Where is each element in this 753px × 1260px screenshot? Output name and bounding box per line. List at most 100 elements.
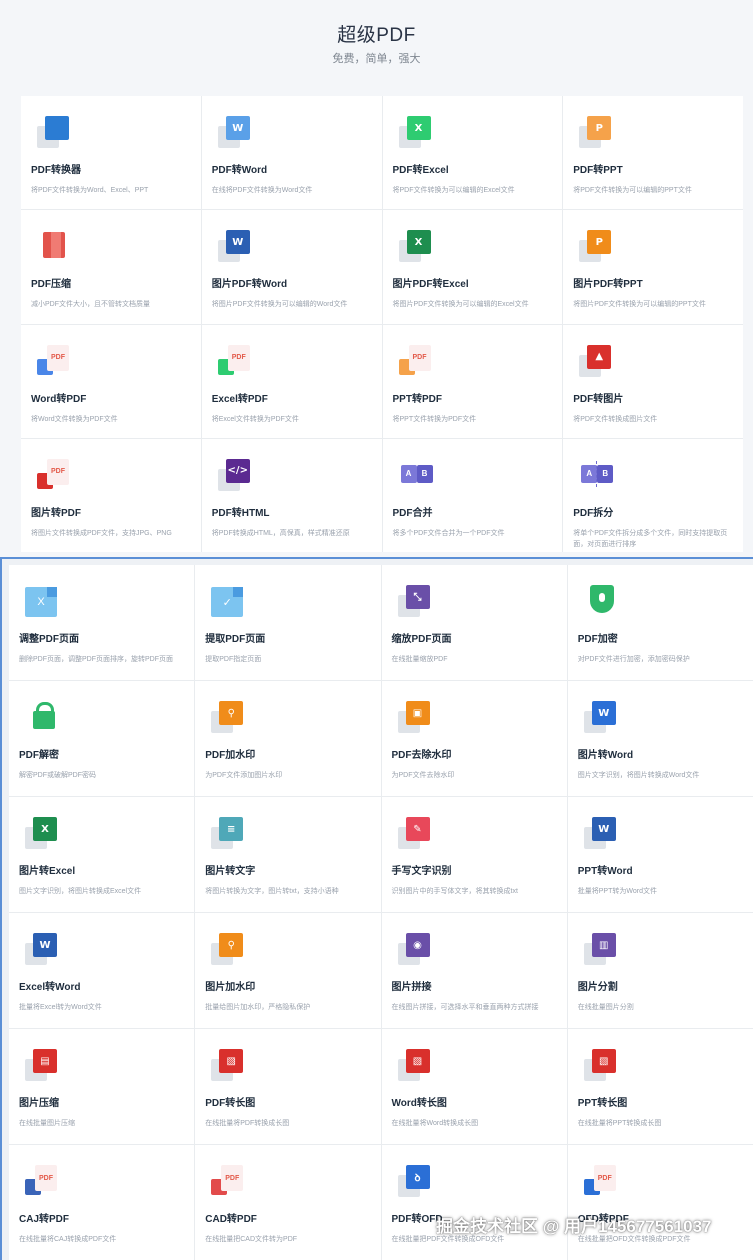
tool-name: 图片转PDF — [31, 507, 81, 519]
tool-description: 减小PDF文件大小，且不管转文档质量 — [31, 301, 150, 309]
compress-icon: ▤ — [25, 1049, 61, 1085]
unlock-icon — [25, 701, 61, 737]
tool-description: 为PDF文件添加图片水印 — [205, 772, 283, 779]
tool-description: 在线批量图片压缩 — [19, 1120, 75, 1127]
tool-description: 在线图片拼接，可选择水平和垂直两种方式拼接 — [391, 1004, 539, 1011]
long-image-icon: ▧ — [211, 1049, 247, 1085]
tool-name: 图片PDF转Excel — [392, 279, 469, 291]
tool-card[interactable]: PDF转换器 将PDF文件转换为Word、Excel、PPT — [21, 96, 201, 210]
tool-name: 手写文字识别 — [391, 866, 452, 877]
tool-card[interactable]: W PDF转Word 在线将PDF文件转换为Word文件 — [201, 96, 382, 210]
tool-card[interactable]: X 图片PDF转Excel 将图片PDF文件转换为可以编辑的Excel文件 — [382, 210, 563, 324]
tool-description: 提取PDF指定页面 — [205, 656, 262, 663]
stamp-remove-icon: ▣ — [397, 701, 434, 737]
tool-name: 调整PDF页面 — [19, 634, 79, 645]
tool-card[interactable]: PDF Excel转PDF 将Excel文件转换为PDF文件 — [201, 324, 382, 438]
folder-x-icon: X — [25, 585, 61, 621]
tool-card[interactable]: ▧ PDF转长图 在线批量将PDF转换成长图 — [195, 1029, 381, 1144]
tool-description: 解密PDF或破解PDF密码 — [19, 772, 96, 779]
watermark-text: 掘金技术社区 @ 用户145677561037 — [436, 1217, 712, 1236]
word-icon: W — [217, 230, 254, 266]
tool-card[interactable]: PDF CAD转PDF 在线批量把CAD文件转为PDF — [195, 1145, 381, 1260]
tool-card[interactable]: ⚲ 图片加水印 批量给图片加水印，严格隐私保护 — [195, 913, 381, 1028]
tool-name: CAD转PDF — [205, 1214, 257, 1225]
tool-name: PDF转Excel — [392, 165, 449, 176]
word-to-pdf-icon: PDF — [37, 344, 73, 381]
tool-description: 删除PDF页面，调整PDF页面排序，旋转PDF页面 — [19, 656, 173, 663]
tool-card[interactable]: W 图片PDF转Word 将图片PDF文件转换为可以编辑的Word文件 — [201, 210, 382, 324]
tool-card[interactable]: P PDF转PPT 将PDF文件转换为可以编辑的PPT文件 — [563, 96, 743, 210]
tool-card[interactable]: W PPT转Word 批量将PPT转为Word文件 — [567, 797, 753, 912]
tool-card[interactable]: ꝺ PDF转OFD 在线批量把PDF文件转换成OFD文件 — [381, 1145, 567, 1260]
split-image-icon: ▥ — [583, 933, 620, 969]
ppt-to-pdf-icon: PDF — [398, 344, 435, 381]
tool-card[interactable]: ▲ PDF转图片 将PDF文件转换成图片文件 — [563, 324, 743, 438]
tool-card[interactable]: X 图片转Excel 图片文字识别，将图片转换成Excel文件 — [9, 797, 195, 912]
tool-card[interactable]: A B PDF拆分 将单个PDF文件拆分成多个文件，同时支持提取页面，对页面进行排序 — [563, 438, 743, 552]
tool-name: 图片加水印 — [205, 982, 256, 993]
tool-description: 将PDF文件转换成图片文件 — [573, 415, 658, 423]
page-header: 超级PDF 免费，简单，强大 — [0, 0, 753, 96]
page-title: 超级PDF — [337, 25, 416, 46]
tool-description: 将PPT文件转换为PDF文件 — [392, 415, 477, 423]
tool-card[interactable]: ▧ PPT转长图 在线批量将PPT转换成长图 — [567, 1029, 753, 1144]
tool-card[interactable]: ⤡ 缩放PDF页面 在线批量缩放PDF — [381, 565, 567, 680]
tool-card[interactable]: ≡ 图片转文字 将图片转换为文字，图片转txt，支持小语种 — [195, 797, 381, 912]
tool-name: 图片压缩 — [19, 1098, 59, 1109]
tool-name: PDF合并 — [392, 507, 433, 519]
tool-card[interactable]: X 调整PDF页面删除PDF页面，调整PDF页面排序，旋转PDF页面 — [9, 565, 195, 680]
tool-name: 图片转Word — [577, 750, 634, 761]
tool-card[interactable]: PDF压缩 减小PDF文件大小，且不管转文档质量 — [21, 210, 201, 324]
tool-card[interactable]: PDF 图片转PDF 将图片文件转换成PDF文件，支持JPG、PNG — [21, 438, 201, 552]
image-to-pdf-icon: PDF — [37, 458, 73, 495]
tool-card[interactable]: ▣ PDF去除水印 为PDF文件去除水印 — [381, 681, 567, 796]
tool-card[interactable]: PDF解密 解密PDF或破解PDF密码 — [9, 681, 195, 796]
tool-name: Excel转Word — [19, 982, 81, 993]
word-icon: W — [583, 817, 620, 853]
tool-card[interactable]: W 图片转Word 图片文字识别，将图片转换成Word文件 — [567, 681, 753, 796]
folder-check-icon: ✓ — [211, 585, 247, 621]
tool-card[interactable]: X PDF转Excel 将PDF文件转换为可以编辑的Excel文件 — [382, 96, 563, 210]
word-icon: W — [583, 701, 620, 737]
ofd-to-pdf-icon: PDF — [583, 1165, 620, 1201]
tool-card[interactable]: ▤ 图片压缩在线批量图片压缩 — [9, 1029, 195, 1144]
scale-icon: ⤡ — [397, 585, 434, 621]
tool-description: 将Word文件转换为PDF文件 — [31, 415, 118, 423]
word-icon: W — [217, 116, 254, 152]
tool-description: 在线将PDF文件转换为Word文件 — [211, 187, 313, 194]
tool-description: 在线批量将PDF转换成长图 — [205, 1120, 290, 1127]
tool-card[interactable]: ◉ 图片拼接 在线图片拼接，可选择水平和垂直两种方式拼接 — [381, 913, 567, 1028]
tool-card[interactable]: ▧ Word转长图 在线批量将Word转换成长图 — [381, 1029, 567, 1144]
image-icon: ▲ — [579, 344, 615, 381]
tool-grid-primary: PDF转换器 将PDF文件转换为Word、Excel、PPT W PDF转Word 在线… — [21, 96, 743, 552]
ppt-icon: P — [579, 230, 615, 266]
tool-name: 图片PDF转PPT — [573, 279, 643, 291]
tool-card[interactable]: ✓ 提取PDF页面提取PDF指定页面 — [195, 565, 381, 680]
tool-description: 将PDF文件转换为可以编辑的PPT文件 — [573, 187, 692, 194]
pen-icon: ✎ — [397, 817, 434, 853]
tool-card[interactable]: PDF加密 对PDF文件进行加密，添加密码保护 — [567, 565, 753, 680]
tool-card[interactable]: ⚲ PDF加水印 为PDF文件添加图片水印 — [195, 681, 381, 796]
tool-name: PDF拆分 — [573, 507, 614, 519]
tool-card[interactable]: P 图片PDF转PPT 将图片PDF文件转换为可以编辑的PPT文件 — [563, 210, 743, 324]
tool-name: PPT转Word — [577, 866, 633, 877]
tool-card[interactable]: PDF CAJ转PDF 在线批量将CAJ转换成PDF文件 — [9, 1145, 195, 1260]
tool-description: 对PDF文件进行加密，添加密码保护 — [577, 656, 690, 663]
tool-card[interactable]: W Excel转Word 批量将Excel转为Word文件 — [9, 913, 195, 1028]
tool-name: CAJ转PDF — [19, 1214, 70, 1225]
tool-card[interactable]: A B PDF合并 将多个PDF文件合并为一个PDF文件 — [382, 438, 563, 552]
tool-description: 图片文字识别，将图片转换成Word文件 — [577, 772, 700, 779]
tool-card[interactable]: ▥ 图片分割 在线批量图片分割 — [567, 913, 753, 1028]
tool-name: 提取PDF页面 — [205, 634, 266, 645]
tool-name: 图片转文字 — [205, 866, 256, 877]
excel-icon: X — [25, 817, 61, 853]
tool-name: PDF转换器 — [31, 165, 81, 176]
tool-card[interactable]: </> PDF转HTML 将PDF转换成HTML，高保真，样式精准还原 — [201, 438, 382, 552]
tool-card[interactable]: ✎ 手写文字识别 识别图片中的手写体文字，将其转换成txt — [381, 797, 567, 912]
caj-to-pdf-icon: PDF — [25, 1165, 61, 1201]
tool-card[interactable]: PDF OFD转PDF 在线批量把OFD文件转换成PDF文件 — [567, 1145, 753, 1260]
stamp-icon: ⚲ — [211, 933, 247, 969]
tool-card[interactable]: PDF Word转PDF 将Word文件转换为PDF文件 — [21, 324, 201, 438]
tool-card[interactable]: PDF PPT转PDF 将PPT文件转换为PDF文件 — [382, 324, 563, 438]
cad-to-pdf-icon: PDF — [211, 1165, 247, 1201]
